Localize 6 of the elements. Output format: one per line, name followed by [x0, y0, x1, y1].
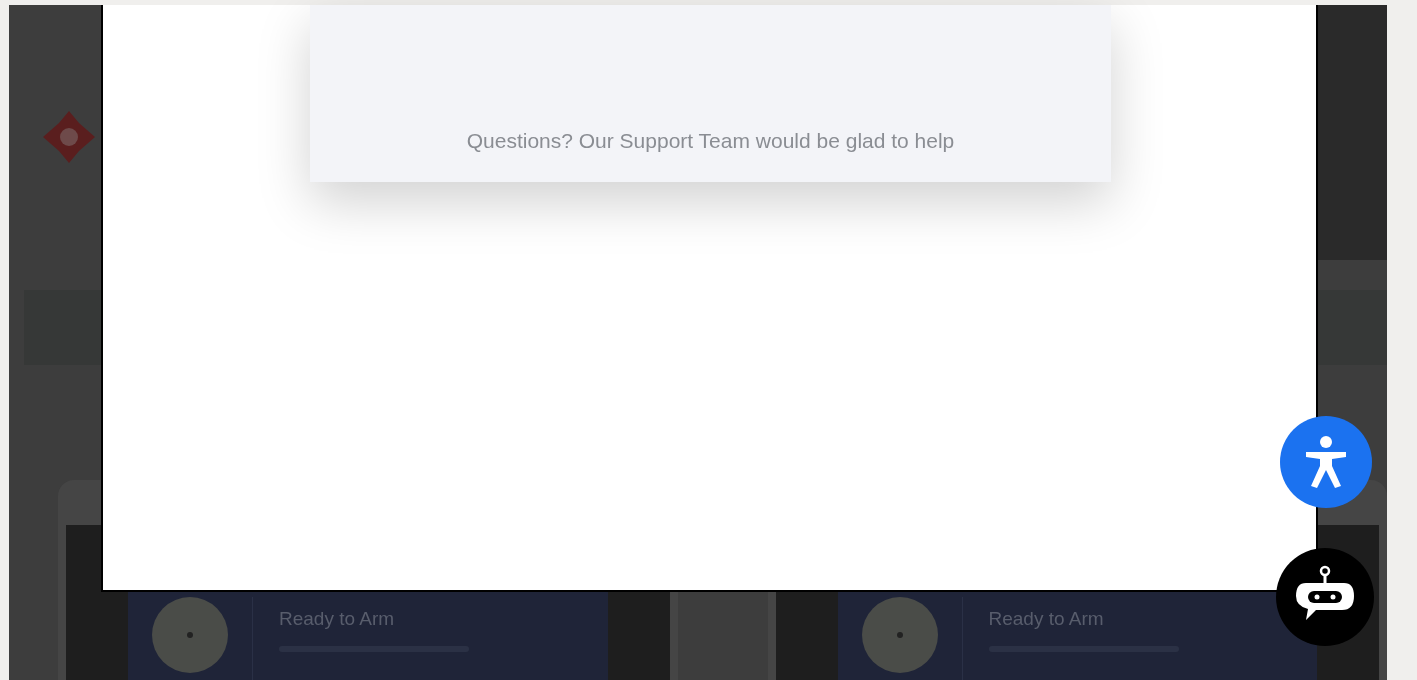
status-title: Ready to Arm [279, 608, 395, 629]
status-circle-icon [861, 597, 938, 673]
status-title: Ready to Arm [988, 608, 1104, 629]
status-circle-icon [152, 597, 228, 673]
support-text: Questions? Our Support Team would be glad to help [466, 127, 955, 154]
accessibility-icon [1304, 436, 1348, 488]
